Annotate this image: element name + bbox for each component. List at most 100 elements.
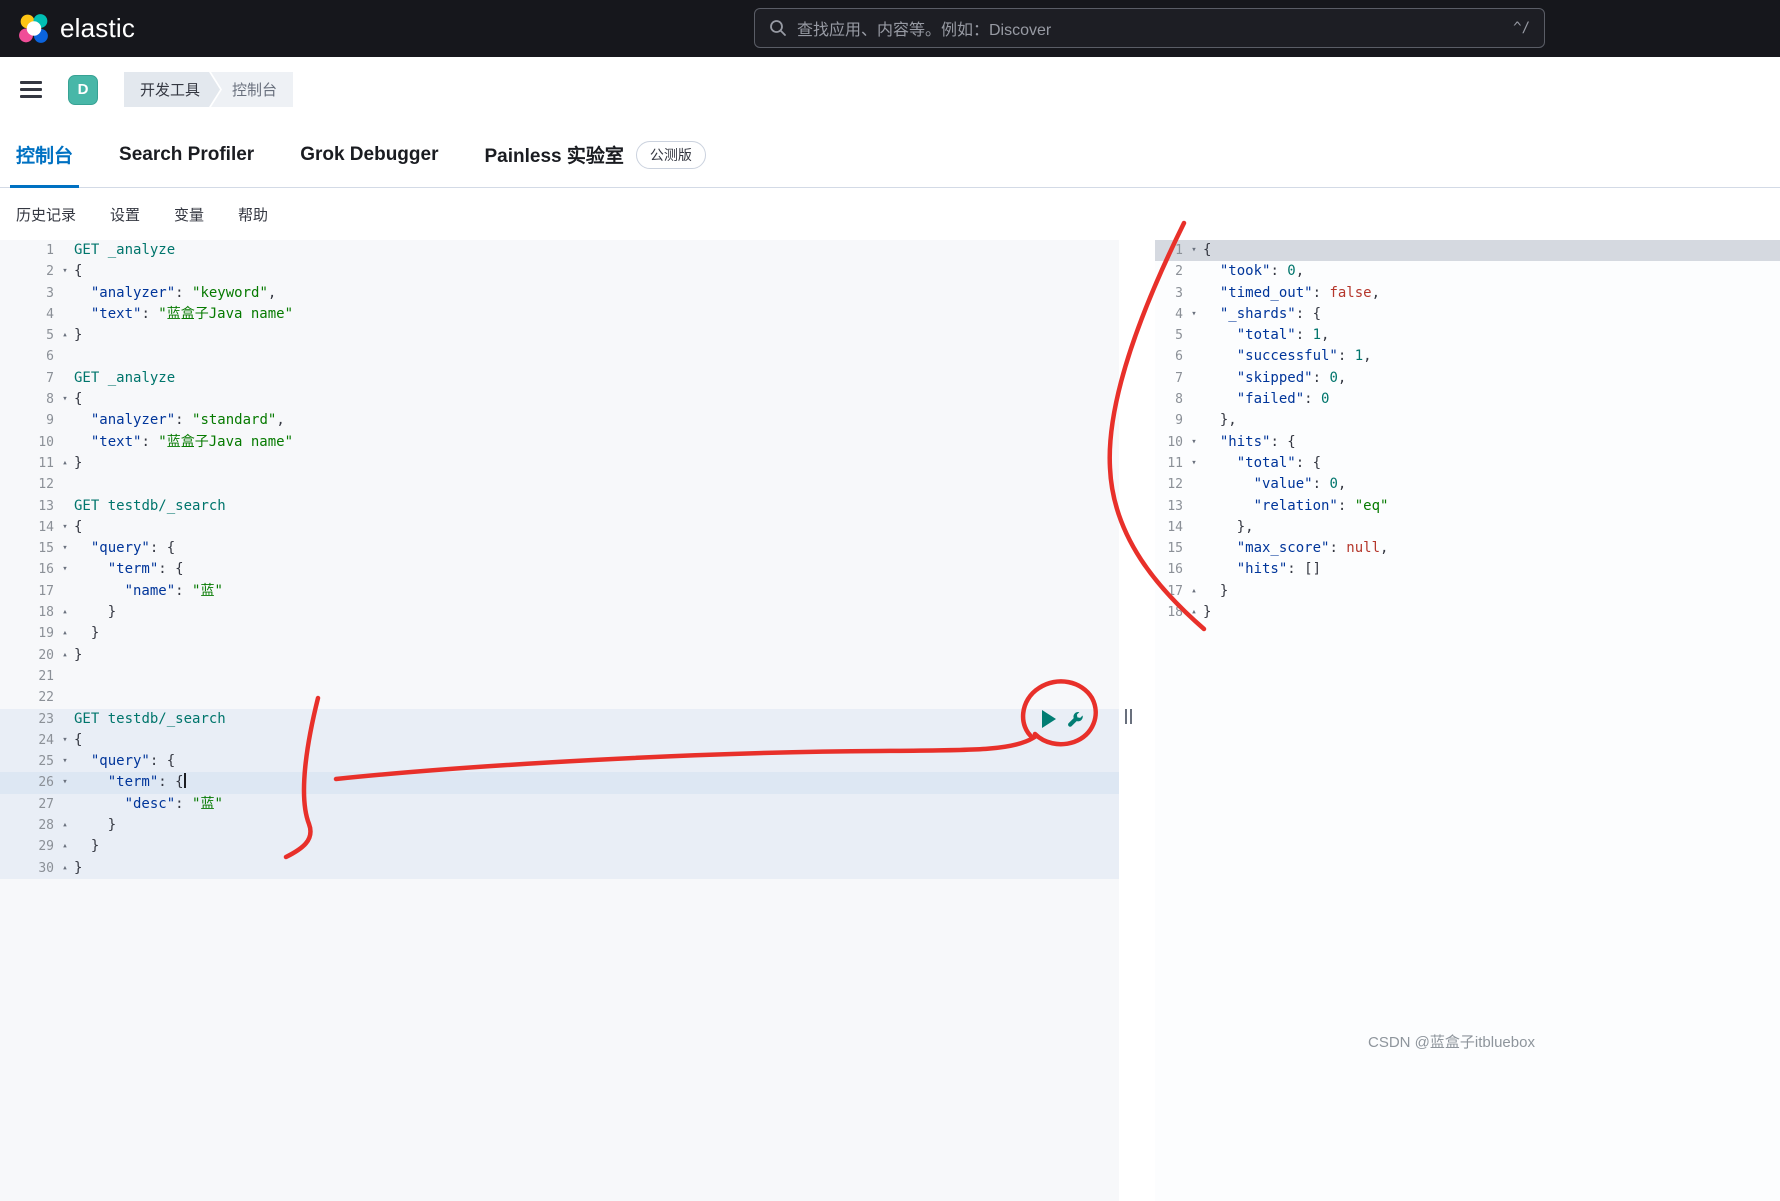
response-viewer[interactable]: 1▾{2 "took": 0,3 "timed_out": false,4▾ "… (1155, 240, 1780, 1201)
menu-variables[interactable]: 变量 (174, 204, 204, 225)
code-line-2[interactable]: 2 "took": 0, (1155, 261, 1780, 282)
fold-toggle-icon[interactable]: ▾ (1185, 432, 1203, 453)
code-line-19[interactable]: 19▴ } (0, 623, 1119, 644)
code-line-4[interactable]: 4▾ "_shards": { (1155, 304, 1780, 325)
fold-toggle-icon[interactable]: ▾ (1185, 240, 1203, 261)
code-line-14[interactable]: 14 }, (1155, 517, 1780, 538)
breadcrumb-dev-tools[interactable]: 开发工具 (124, 72, 220, 107)
line-number: 14 (1155, 517, 1185, 538)
code-line-15[interactable]: 15 "max_score": null, (1155, 538, 1780, 559)
panel-resizer[interactable] (1119, 240, 1155, 1201)
fold-toggle-icon[interactable]: ▴ (56, 645, 74, 666)
code-line-8[interactable]: 8▾{ (0, 389, 1119, 410)
code-line-7[interactable]: 7GET _analyze (0, 368, 1119, 389)
fold-toggle-icon[interactable]: ▴ (56, 815, 74, 836)
code-line-6[interactable]: 6 "successful": 1, (1155, 346, 1780, 367)
fold-toggle-icon[interactable]: ▴ (56, 836, 74, 857)
code-line-14[interactable]: 14▾{ (0, 517, 1119, 538)
fold-toggle-icon[interactable]: ▾ (56, 772, 74, 793)
menu-help[interactable]: 帮助 (238, 204, 268, 225)
code-line-5[interactable]: 5 "total": 1, (1155, 325, 1780, 346)
menu-settings[interactable]: 设置 (110, 204, 140, 225)
tab-grok-debugger[interactable]: Grok Debugger (300, 122, 438, 187)
fold-toggle-icon[interactable]: ▴ (1185, 602, 1203, 623)
fold-toggle-icon[interactable]: ▾ (1185, 453, 1203, 474)
code-line-9[interactable]: 9 "analyzer": "standard", (0, 410, 1119, 431)
code-line-24[interactable]: 24▾{ (0, 730, 1119, 751)
code-line-7[interactable]: 7 "skipped": 0, (1155, 368, 1780, 389)
fold-toggle-icon[interactable]: ▾ (56, 389, 74, 410)
code-line-8[interactable]: 8 "failed": 0 (1155, 389, 1780, 410)
elastic-logo[interactable]: elastic (18, 13, 135, 45)
fold-toggle-icon[interactable]: ▴ (56, 623, 74, 644)
global-search-input[interactable]: 查找应用、内容等。例如：Discover ^/ (754, 8, 1545, 48)
code-line-3[interactable]: 3 "timed_out": false, (1155, 283, 1780, 304)
code-line-4[interactable]: 4 "text": "蓝盒子Java name" (0, 304, 1119, 325)
code-line-12[interactable]: 12 "value": 0, (1155, 474, 1780, 495)
fold-toggle-icon[interactable]: ▴ (56, 858, 74, 879)
code-line-25[interactable]: 25▾ "query": { (0, 751, 1119, 772)
code-line-23[interactable]: 23GET testdb/_search (0, 709, 1119, 730)
code-line-17[interactable]: 17▴ } (1155, 581, 1780, 602)
line-number: 7 (1155, 368, 1185, 389)
space-avatar[interactable]: D (68, 75, 98, 105)
fold-toggle-icon[interactable]: ▾ (56, 559, 74, 580)
send-request-button[interactable] (1042, 710, 1056, 728)
code-line-1[interactable]: 1▾{ (1155, 240, 1780, 261)
code-text: "took": 0, (1203, 261, 1780, 282)
fold-toggle-icon[interactable]: ▾ (56, 751, 74, 772)
code-line-11[interactable]: 11▾ "total": { (1155, 453, 1780, 474)
code-line-16[interactable]: 16 "hits": [] (1155, 559, 1780, 580)
line-number: 9 (1155, 410, 1185, 431)
fold-spacer (56, 496, 74, 517)
code-line-13[interactable]: 13 "relation": "eq" (1155, 496, 1780, 517)
line-number: 7 (0, 368, 56, 389)
code-line-22[interactable]: 22 (0, 687, 1119, 708)
code-line-3[interactable]: 3 "analyzer": "keyword", (0, 283, 1119, 304)
code-line-26[interactable]: 26▾ "term": { (0, 772, 1119, 793)
menu-history[interactable]: 历史记录 (16, 204, 76, 225)
wrench-icon[interactable] (1067, 711, 1084, 728)
fold-toggle-icon[interactable]: ▾ (56, 538, 74, 559)
code-line-12[interactable]: 12 (0, 474, 1119, 495)
code-line-10[interactable]: 10▾ "hits": { (1155, 432, 1780, 453)
code-line-18[interactable]: 18▴ } (0, 602, 1119, 623)
code-text: "value": 0, (1203, 474, 1780, 495)
fold-toggle-icon[interactable]: ▴ (56, 602, 74, 623)
menu-icon[interactable] (20, 81, 42, 98)
code-line-20[interactable]: 20▴} (0, 645, 1119, 666)
code-line-10[interactable]: 10 "text": "蓝盒子Java name" (0, 432, 1119, 453)
code-line-11[interactable]: 11▴} (0, 453, 1119, 474)
code-line-17[interactable]: 17 "name": "蓝" (0, 581, 1119, 602)
code-line-30[interactable]: 30▴} (0, 858, 1119, 879)
tab-console[interactable]: 控制台 (16, 122, 73, 187)
fold-spacer (1185, 368, 1203, 389)
breadcrumb-console[interactable]: 控制台 (211, 72, 293, 107)
code-line-16[interactable]: 16▾ "term": { (0, 559, 1119, 580)
tab-painless-lab[interactable]: Painless 实验室 公测版 (485, 122, 706, 187)
code-text: { (74, 517, 1119, 538)
code-line-9[interactable]: 9 }, (1155, 410, 1780, 431)
fold-toggle-icon[interactable]: ▴ (56, 453, 74, 474)
search-icon (769, 19, 787, 37)
tab-search-profiler[interactable]: Search Profiler (119, 122, 254, 187)
fold-toggle-icon[interactable]: ▾ (1185, 304, 1203, 325)
fold-toggle-icon[interactable]: ▴ (56, 325, 74, 346)
code-line-28[interactable]: 28▴ } (0, 815, 1119, 836)
code-line-18[interactable]: 18▴} (1155, 602, 1780, 623)
code-line-29[interactable]: 29▴ } (0, 836, 1119, 857)
code-line-13[interactable]: 13GET testdb/_search (0, 496, 1119, 517)
fold-toggle-icon[interactable]: ▾ (56, 517, 74, 538)
fold-toggle-icon[interactable]: ▴ (1185, 581, 1203, 602)
fold-toggle-icon[interactable]: ▾ (56, 261, 74, 282)
request-editor[interactable]: 1GET _analyze2▾{3 "analyzer": "keyword",… (0, 240, 1119, 1201)
fold-toggle-icon[interactable]: ▾ (56, 730, 74, 751)
code-line-27[interactable]: 27 "desc": "蓝" (0, 794, 1119, 815)
code-line-21[interactable]: 21 (0, 666, 1119, 687)
code-text: GET testdb/_search (74, 709, 1119, 730)
code-line-5[interactable]: 5▴} (0, 325, 1119, 346)
code-line-2[interactable]: 2▾{ (0, 261, 1119, 282)
code-line-6[interactable]: 6 (0, 346, 1119, 367)
code-line-15[interactable]: 15▾ "query": { (0, 538, 1119, 559)
code-line-1[interactable]: 1GET _analyze (0, 240, 1119, 261)
